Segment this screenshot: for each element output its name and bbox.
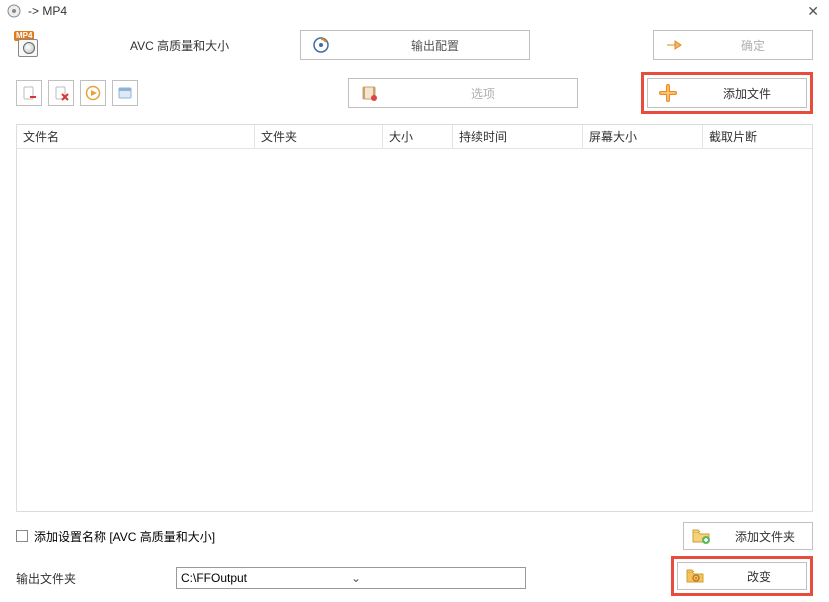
output-folder-value: C:\FFOutput <box>181 571 351 585</box>
window-title: -> MP4 <box>28 4 803 18</box>
profile-label: AVC 高质量和大小 <box>130 37 290 54</box>
ok-button[interactable]: 确定 <box>653 30 813 60</box>
ok-label: 确定 <box>694 37 812 54</box>
remove-item-button[interactable] <box>16 80 42 106</box>
info-panel-icon <box>117 85 133 101</box>
add-file-button[interactable]: 添加文件 <box>647 78 807 108</box>
close-button[interactable]: ✕ <box>803 3 823 20</box>
titlebar: -> MP4 ✕ <box>0 0 829 22</box>
mp4-file-icon: MP4 <box>16 33 40 57</box>
table-header: 文件名 文件夹 大小 持续时间 屏幕大小 截取片断 <box>17 125 812 149</box>
col-folder[interactable]: 文件夹 <box>255 125 383 148</box>
file-table: 文件名 文件夹 大小 持续时间 屏幕大小 截取片断 <box>16 124 813 512</box>
add-folder-label: 添加文件夹 <box>718 528 812 545</box>
change-folder-button[interactable]: 改变 <box>677 562 807 590</box>
col-clip[interactable]: 截取片断 <box>703 125 812 148</box>
options-label: 选项 <box>389 85 577 102</box>
options-button[interactable]: 选项 <box>348 78 578 108</box>
change-folder-label: 改变 <box>712 568 806 585</box>
info-button[interactable] <box>112 80 138 106</box>
folder-gear-icon <box>678 568 712 584</box>
plus-icon <box>648 84 688 102</box>
add-folder-button[interactable]: 添加文件夹 <box>683 522 813 550</box>
row-profile: MP4 AVC 高质量和大小 输出配置 <box>16 30 813 60</box>
doc-minus-icon <box>21 85 37 101</box>
folder-plus-icon <box>684 528 718 544</box>
row-add-profile-name: 添加设置名称 [AVC 高质量和大小] 添加文件夹 <box>16 522 813 550</box>
output-config-label: 输出配置 <box>341 37 529 54</box>
add-file-label: 添加文件 <box>688 85 806 102</box>
col-screen-size[interactable]: 屏幕大小 <box>583 125 703 148</box>
col-size[interactable]: 大小 <box>383 125 453 148</box>
table-body[interactable] <box>17 149 812 511</box>
add-profile-name-label: 添加设置名称 [AVC 高质量和大小] <box>34 528 215 545</box>
play-button[interactable] <box>80 80 106 106</box>
film-icon <box>349 84 389 102</box>
add-file-highlight: 添加文件 <box>641 72 813 114</box>
output-folder-combo[interactable]: C:\FFOutput ⌄ <box>176 567 526 589</box>
gear-icon <box>301 36 341 54</box>
arrow-right-icon <box>654 36 694 54</box>
add-profile-name-checkbox[interactable] <box>16 530 28 542</box>
col-duration[interactable]: 持续时间 <box>453 125 583 148</box>
app-icon <box>6 3 22 19</box>
row-toolbar: 选项 添加文件 <box>16 72 813 114</box>
output-folder-label: 输出文件夹 <box>16 570 176 587</box>
play-icon <box>85 85 101 101</box>
doc-x-icon <box>53 85 69 101</box>
row-output-folder: 输出文件夹 C:\FFOutput ⌄ 改变 <box>16 560 813 596</box>
top-config: MP4 AVC 高质量和大小 输出配置 <box>0 22 829 118</box>
change-highlight: 改变 <box>671 556 813 596</box>
chevron-down-icon: ⌄ <box>351 571 521 585</box>
bottom-panel: 添加设置名称 [AVC 高质量和大小] 添加文件夹 输出文件夹 <box>0 516 829 602</box>
output-config-button[interactable]: 输出配置 <box>300 30 530 60</box>
clear-all-button[interactable] <box>48 80 74 106</box>
small-toolbar <box>16 80 138 106</box>
col-filename[interactable]: 文件名 <box>17 125 255 148</box>
